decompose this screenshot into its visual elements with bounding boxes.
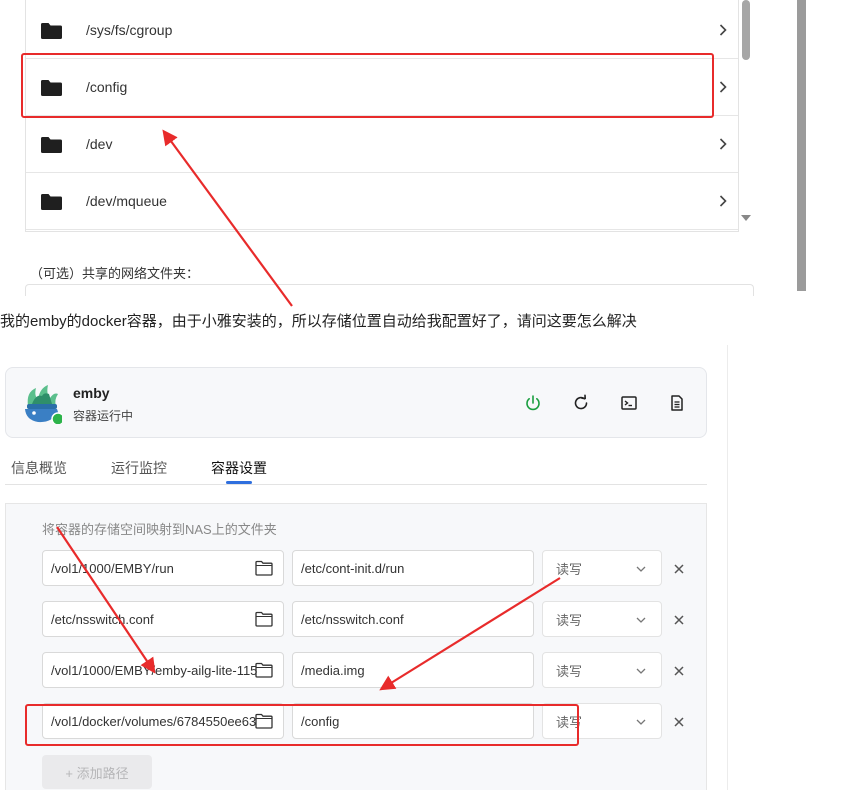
folder-browse-icon[interactable] [255, 560, 273, 576]
container-tabs: 信息概览 运行监控 容器设置 [5, 445, 707, 485]
host-path-input[interactable]: /vol1/docker/volumes/6784550ee63 [42, 703, 284, 739]
host-path-value: /vol1/docker/volumes/6784550ee63 [51, 713, 257, 729]
permission-value: 读写 [556, 612, 583, 628]
remove-mapping-icon[interactable] [672, 613, 686, 627]
host-path-value: /vol1/1000/EMBY/emby-ailg-lite-115 [51, 662, 258, 678]
host-path-input[interactable]: /vol1/1000/EMBY/emby-ailg-lite-115 [42, 652, 284, 688]
question-text: 我的emby的docker容器，由于小雅安装的，所以存储位置自动给我配置好了，请… [0, 313, 637, 330]
chevron-right-icon [719, 138, 727, 150]
shared-folder-label: （可选）共享的网络文件夹： [30, 266, 200, 281]
permission-select[interactable]: 读写 [542, 601, 662, 637]
scroll-down-arrow-icon[interactable] [741, 215, 751, 221]
folder-row-dev[interactable]: /dev [26, 116, 738, 173]
power-icon[interactable] [523, 393, 543, 413]
add-path-button[interactable]: + 添加路径 [42, 755, 152, 789]
folder-path: /dev [86, 136, 113, 152]
folder-row-sys-fs-cgroup[interactable]: /sys/fs/cgroup [26, 2, 738, 59]
container-path-value: /etc/cont-init.d/run [301, 560, 405, 576]
active-tab-indicator [226, 481, 252, 484]
chevron-right-icon [719, 24, 727, 36]
folder-icon [41, 80, 62, 96]
container-path-input[interactable]: /config [292, 703, 534, 739]
chevron-down-icon [636, 668, 646, 674]
folder-browse-icon[interactable] [255, 662, 273, 678]
folder-browse-icon[interactable] [255, 713, 273, 729]
host-path-input[interactable]: /vol1/1000/EMBY/run [42, 550, 284, 586]
container-card: emby 容器运行中 [5, 367, 707, 438]
container-path-input[interactable]: /etc/cont-init.d/run [292, 550, 534, 586]
container-path-value: /config [301, 713, 340, 729]
tab-monitor[interactable]: 运行监控 [111, 458, 167, 478]
page-scrollbar[interactable] [797, 0, 806, 291]
host-path-input[interactable]: /etc/nsswitch.conf [42, 601, 284, 637]
permission-select[interactable]: 读写 [542, 652, 662, 688]
folder-browse-icon[interactable] [255, 611, 273, 627]
container-path-input[interactable]: /media.img [292, 652, 534, 688]
chevron-down-icon [636, 566, 646, 572]
container-name: emby [73, 385, 110, 401]
permission-select[interactable]: 读写 [542, 550, 662, 586]
emby-app-logo [25, 385, 62, 424]
permission-value: 读写 [556, 663, 583, 679]
terminal-icon[interactable] [619, 393, 639, 413]
storage-settings-panel [5, 503, 707, 790]
folder-path: /sys/fs/cgroup [86, 22, 173, 38]
folder-row-dev-mqueue[interactable]: /dev/mqueue [26, 173, 738, 230]
folder-icon [41, 23, 62, 39]
container-path-input[interactable]: /etc/nsswitch.conf [292, 601, 534, 637]
container-path-value: /etc/nsswitch.conf [301, 611, 404, 627]
chevron-right-icon [719, 81, 727, 93]
remove-mapping-icon[interactable] [672, 664, 686, 678]
shared-folder-input[interactable] [25, 284, 754, 296]
remove-mapping-icon[interactable] [672, 715, 686, 729]
container-path-value: /media.img [301, 662, 365, 678]
remove-mapping-icon[interactable] [672, 562, 686, 576]
restart-icon[interactable] [571, 393, 591, 413]
folder-row-config[interactable]: /config [26, 59, 738, 116]
folder-icon [41, 194, 62, 210]
permission-value: 读写 [556, 561, 583, 577]
host-path-value: /vol1/1000/EMBY/run [51, 560, 174, 576]
log-icon[interactable] [667, 393, 687, 413]
folder-icon [41, 137, 62, 153]
tab-container-settings[interactable]: 容器设置 [211, 458, 267, 478]
permission-value: 读写 [556, 714, 583, 730]
folder-path: /config [86, 79, 128, 95]
storage-mapping-title: 将容器的存储空间映射到NAS上的文件夹 [42, 522, 277, 537]
tab-overview[interactable]: 信息概览 [11, 458, 67, 478]
chevron-right-icon [719, 195, 727, 207]
folder-path: /dev/mqueue [86, 193, 167, 209]
chevron-down-icon [636, 719, 646, 725]
divider [727, 345, 728, 790]
chevron-down-icon [636, 617, 646, 623]
folder-list: /sys/fs/cgroup /config /dev /dev/mqueue [25, 0, 739, 232]
container-status: 容器运行中 [73, 409, 134, 423]
scrollbar-thumb[interactable] [742, 0, 750, 60]
permission-select[interactable]: 读写 [542, 703, 662, 739]
host-path-value: /etc/nsswitch.conf [51, 611, 154, 627]
